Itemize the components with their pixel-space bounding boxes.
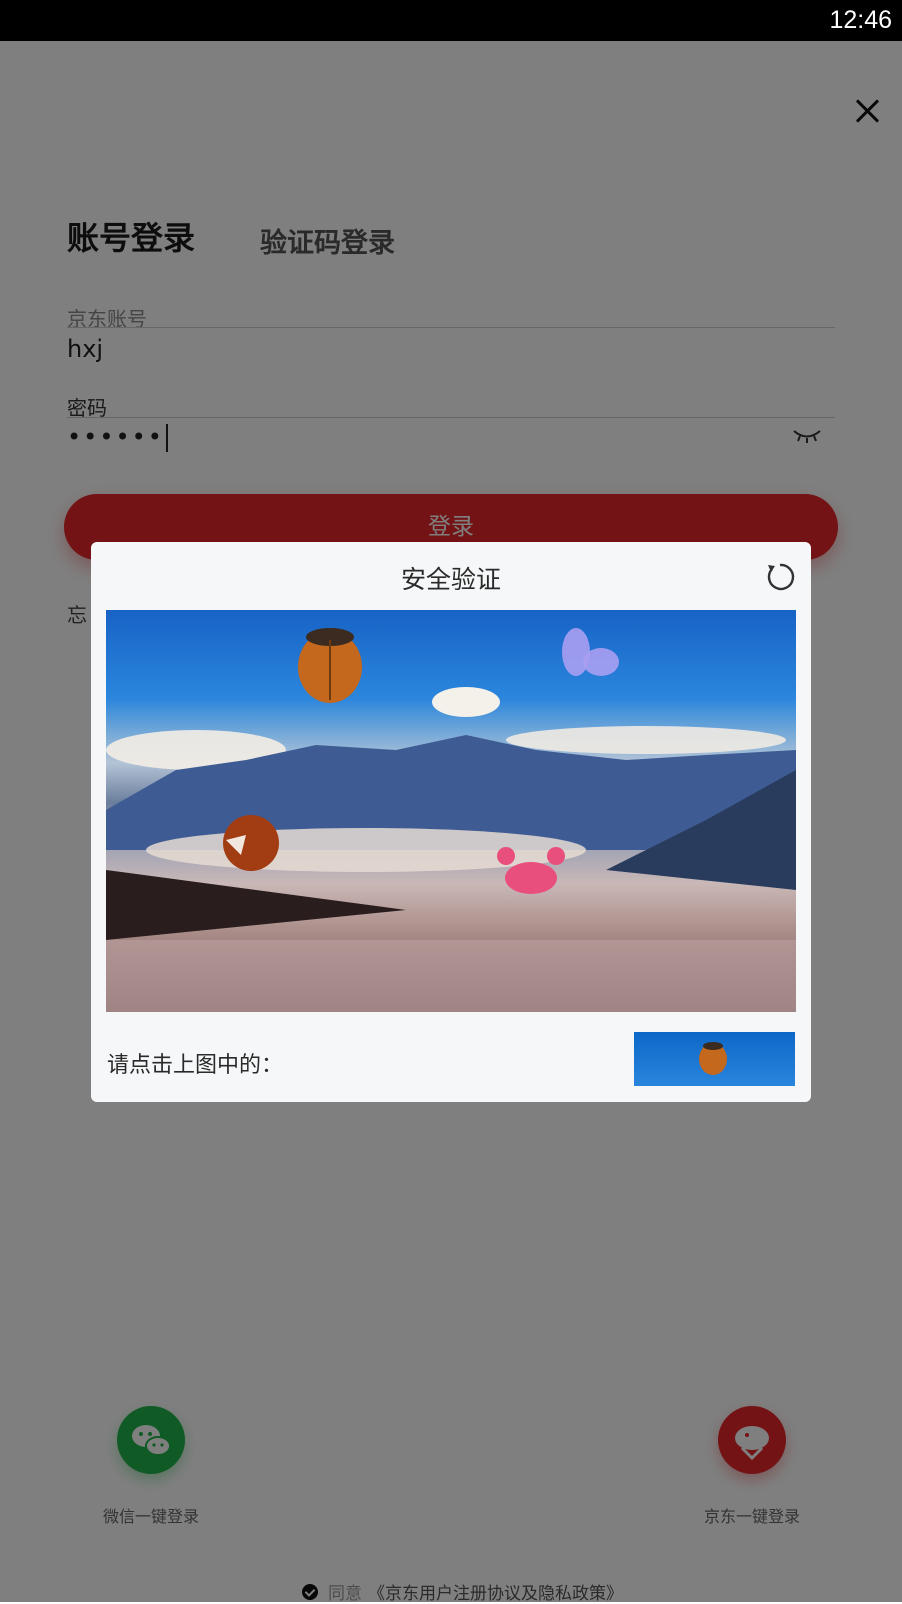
security-verification-dialog: 安全验证 请点击上图中的： [91, 542, 811, 1102]
beetle-icon [699, 1042, 727, 1075]
refresh-icon[interactable] [763, 560, 797, 594]
dialog-title: 安全验证 [400, 565, 501, 594]
status-bar: 12:46 [0, 0, 902, 41]
captcha-prompt: 请点击上图中的： [107, 1053, 284, 1078]
captcha-image[interactable] [106, 610, 796, 1012]
captcha-target-thumbnail [634, 1032, 795, 1086]
pinecone-object[interactable] [223, 815, 279, 871]
beetle-object[interactable] [298, 628, 362, 703]
butterfly-object[interactable] [562, 628, 619, 676]
captcha-scene [106, 628, 796, 1012]
status-time: 12:46 [829, 6, 892, 34]
